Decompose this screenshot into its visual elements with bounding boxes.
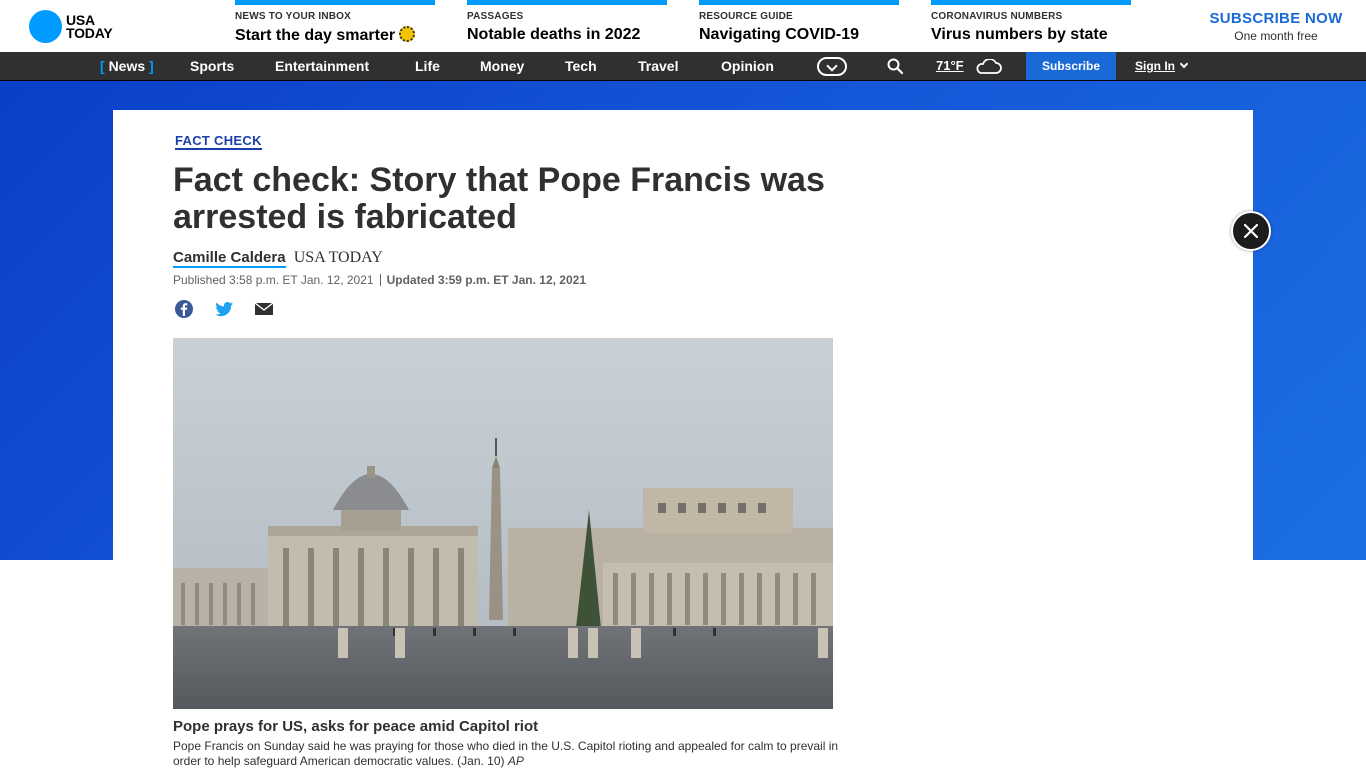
photo-caption: Pope Francis on Sunday said he was prayi…: [173, 739, 843, 768]
photo-caption-title: Pope prays for US, asks for peace amid C…: [173, 718, 539, 735]
subscribe-now-subtitle: One month free: [1234, 29, 1318, 43]
promo-kicker: NEWS TO YOUR INBOX: [235, 11, 352, 22]
sun-icon: [399, 26, 416, 42]
logo-text: USA TODAY: [66, 13, 113, 41]
close-button[interactable]: [1231, 211, 1271, 251]
nav-item-money[interactable]: Money: [480, 52, 524, 80]
more-sections-button[interactable]: [817, 57, 847, 76]
promo-newsletter[interactable]: NEWS TO YOUR INBOX Start the day smarter: [235, 0, 435, 52]
promo-kicker: RESOURCE GUIDE: [699, 11, 793, 22]
photo-credit: AP: [507, 754, 524, 768]
subscribe-now-title: SUBSCRIBE NOW: [1209, 10, 1343, 27]
article-photo[interactable]: [173, 338, 833, 709]
nav-label: News: [108, 58, 146, 74]
article-title: Fact check: Story that Pope Francis was …: [173, 161, 825, 236]
nav-item-tech[interactable]: Tech: [565, 52, 597, 80]
close-icon: [1244, 224, 1258, 238]
promo-kicker: PASSAGES: [467, 11, 524, 22]
article-tag[interactable]: FACT CHECK: [175, 133, 262, 150]
share-bar: [174, 299, 274, 319]
logo-line-2: TODAY: [66, 24, 113, 41]
main-nav: [ News ] Sports Entertainment Life Money…: [0, 52, 1366, 81]
usa-today-logo[interactable]: USA TODAY: [29, 10, 113, 43]
photo-caption-text: Pope Francis on Sunday said he was prayi…: [173, 739, 839, 768]
promo-coronavirus[interactable]: CORONAVIRUS NUMBERS Virus numbers by sta…: [931, 0, 1131, 52]
article-card: FACT CHECK Fact check: Story that Pope F…: [113, 110, 1253, 768]
st-peters-square-image: [173, 338, 833, 709]
promo-headline: Navigating COVID-19: [699, 26, 860, 43]
cloud-icon[interactable]: [974, 59, 1002, 75]
sign-in-menu[interactable]: Sign In: [1135, 52, 1189, 80]
chevron-down-icon: [1179, 59, 1189, 69]
nav-item-opinion[interactable]: Opinion: [721, 52, 774, 80]
nav-bracket-close: ]: [149, 58, 154, 74]
logo-dot: [29, 10, 62, 43]
weather-temperature[interactable]: 71°F: [936, 52, 964, 80]
top-bar: USA TODAY NEWS TO YOUR INBOX Start the d…: [0, 0, 1366, 52]
facebook-icon[interactable]: [174, 299, 194, 319]
twitter-icon[interactable]: [214, 299, 234, 319]
nav-item-travel[interactable]: Travel: [638, 52, 678, 80]
updated-date: Updated 3:59 p.m. ET Jan. 12, 2021: [386, 273, 586, 287]
promo-passages[interactable]: PASSAGES Notable deaths in 2022: [467, 0, 667, 52]
subscribe-now-link[interactable]: SUBSCRIBE NOW One month free: [1206, 10, 1346, 43]
nav-item-entertainment[interactable]: Entertainment: [275, 52, 369, 80]
subscribe-button[interactable]: Subscribe: [1026, 52, 1116, 80]
nav-item-sports[interactable]: Sports: [190, 52, 234, 80]
article-dates: Published 3:58 p.m. ET Jan. 12, 2021 Upda…: [173, 273, 586, 287]
nav-bracket-open: [: [100, 58, 105, 74]
promo-headline: Virus numbers by state: [931, 26, 1108, 43]
byline: Camille Caldera USA TODAY: [173, 249, 383, 268]
author-link[interactable]: Camille Caldera: [173, 249, 286, 268]
promo-headline: Start the day smarter: [235, 26, 416, 45]
nav-item-news[interactable]: [ News ]: [100, 52, 154, 80]
email-icon[interactable]: [254, 299, 274, 319]
promo-headline: Notable deaths in 2022: [467, 26, 641, 43]
published-date: Published 3:58 p.m. ET Jan. 12, 2021: [173, 273, 374, 287]
search-icon[interactable]: [887, 58, 903, 74]
nav-item-life[interactable]: Life: [415, 52, 440, 80]
author-outlet: USA TODAY: [293, 249, 383, 266]
date-separator: [379, 274, 381, 286]
promo-resource-guide[interactable]: RESOURCE GUIDE Navigating COVID-19: [699, 0, 899, 52]
sign-in-label: Sign In: [1135, 59, 1175, 73]
promo-kicker: CORONAVIRUS NUMBERS: [931, 11, 1063, 22]
